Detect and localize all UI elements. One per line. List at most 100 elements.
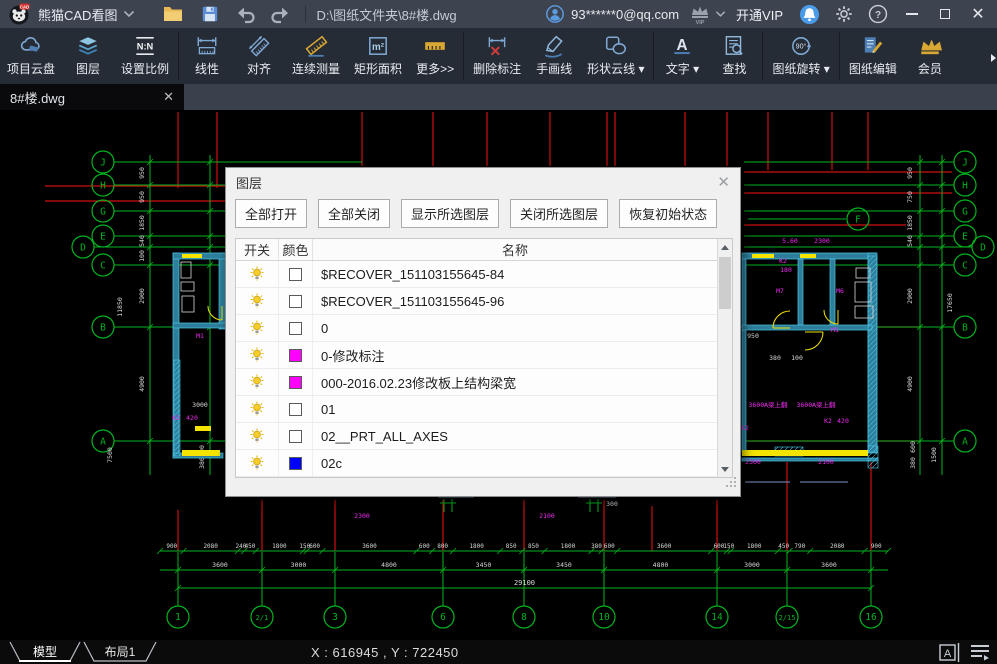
toolbar-item-member[interactable]: 会员 [904, 28, 956, 84]
layer-row[interactable]: 0-修改标注 [236, 342, 717, 369]
vip-chevron-icon[interactable] [715, 10, 726, 18]
layer-visibility-bulb-icon[interactable] [236, 342, 279, 368]
layer-color-cell[interactable] [279, 450, 313, 476]
layer-color-cell[interactable] [279, 288, 313, 314]
account-email[interactable]: 93******0@qq.com [571, 7, 679, 22]
layer-visibility-bulb-icon[interactable] [236, 315, 279, 341]
svg-text:950: 950 [138, 191, 146, 203]
close-button[interactable]: ✕ [969, 5, 987, 23]
layer-visibility-bulb-icon[interactable] [236, 423, 279, 449]
user-avatar-icon[interactable] [545, 4, 565, 24]
toolbar-item-linear-dim[interactable]: 线性 [181, 28, 233, 84]
layer-color-swatch[interactable] [289, 295, 302, 308]
layer-color-cell[interactable] [279, 315, 313, 341]
layer-color-cell[interactable] [279, 396, 313, 422]
toolbar-item-more[interactable]: 更多>> [409, 28, 461, 84]
layer-name[interactable]: $RECOVER_151103155645-96 [313, 288, 717, 314]
notification-bell-icon[interactable] [799, 4, 820, 25]
layer-color-swatch[interactable] [289, 403, 302, 416]
layers-dialog-header[interactable]: 图层 ✕ [226, 168, 740, 196]
column-header-color[interactable]: 颜色 [279, 239, 313, 260]
svg-text:4900: 4900 [906, 376, 914, 392]
layer-row[interactable]: 02__PRT_ALL_AXES [236, 423, 717, 450]
layer-color-cell[interactable] [279, 369, 313, 395]
layer-row[interactable]: 02c [236, 450, 717, 477]
more-icon [423, 33, 447, 58]
toolbar-overflow-arrow-icon[interactable] [991, 54, 996, 62]
toolbar-item-text[interactable]: A文字 ▾ [656, 28, 708, 84]
minimize-button[interactable] [903, 5, 921, 23]
rotate-drawing-icon: 90° [789, 33, 813, 58]
layer-color-swatch[interactable] [289, 349, 302, 362]
layer-color-swatch[interactable] [289, 457, 302, 470]
toolbar-item-layers[interactable]: 图层 [62, 28, 114, 84]
layer-color-cell[interactable] [279, 261, 313, 287]
menu-icon[interactable] [969, 642, 991, 664]
vip-crown-icon[interactable]: VIP [689, 3, 711, 25]
layers-dialog-button-4[interactable]: 恢复初始状态 [619, 199, 717, 228]
toolbar-item-freehand-line[interactable]: 手画线 [528, 28, 580, 84]
layer-visibility-bulb-icon[interactable] [236, 450, 279, 476]
layer-name[interactable]: 02c [313, 450, 717, 476]
column-header-switch[interactable]: 开关 [236, 239, 279, 260]
layers-scrollbar[interactable] [717, 239, 732, 477]
layer-name[interactable]: $RECOVER_151103155645-84 [313, 261, 717, 287]
toolbar-item-delete-dim[interactable]: 删除标注 [466, 28, 528, 84]
layers-dialog-button-0[interactable]: 全部打开 [235, 199, 307, 228]
toolbar-item-rect-area[interactable]: m²矩形面积 [347, 28, 409, 84]
layer-color-swatch[interactable] [289, 430, 302, 443]
layer-visibility-bulb-icon[interactable] [236, 288, 279, 314]
svg-text:2080: 2080 [830, 543, 845, 550]
scroll-up-icon[interactable] [718, 239, 732, 255]
layer-name[interactable]: 0-修改标注 [313, 342, 717, 368]
svg-text:100: 100 [138, 250, 146, 262]
app-menu-chevron-icon[interactable] [123, 10, 135, 18]
annotation-toggle-icon[interactable]: A [939, 641, 961, 664]
layer-color-cell[interactable] [279, 342, 313, 368]
toolbar-item-project-cloud[interactable]: 项目云盘 [0, 28, 62, 84]
toolbar-item-shape-cloud[interactable]: 形状云线 ▾ [580, 28, 651, 84]
maximize-button[interactable] [936, 5, 954, 23]
layer-color-cell[interactable] [279, 423, 313, 449]
undo-button[interactable] [235, 4, 257, 24]
layer-name[interactable]: 0 [313, 315, 717, 341]
open-vip-button[interactable]: 开通VIP [736, 5, 783, 24]
layer-name[interactable]: 000-2016.02.23修改板上结构梁宽 [313, 369, 717, 395]
toolbar-item-aligned-dim[interactable]: 对齐 [233, 28, 285, 84]
layer-visibility-bulb-icon[interactable] [236, 396, 279, 422]
layers-dialog-button-1[interactable]: 全部关闭 [318, 199, 390, 228]
layer-color-swatch[interactable] [289, 268, 302, 281]
layer-visibility-bulb-icon[interactable] [236, 261, 279, 287]
scrollbar-thumb[interactable] [719, 257, 731, 309]
dialog-resize-grip[interactable] [725, 475, 737, 493]
layout1-tab[interactable]: 布局1 [84, 642, 156, 661]
toolbar-item-rotate-drawing[interactable]: 90°图纸旋转 ▾ [765, 28, 836, 84]
column-header-name[interactable]: 名称 [313, 239, 717, 260]
layer-name[interactable]: 02__PRT_ALL_AXES [313, 423, 717, 449]
model-tab[interactable]: 模型 [10, 642, 80, 661]
toolbar-item-edit-drawing[interactable]: 图纸编辑 [842, 28, 904, 84]
toolbar-item-label: 项目云盘 [7, 60, 55, 77]
dialog-close-icon[interactable]: ✕ [717, 175, 730, 190]
layer-row[interactable]: $RECOVER_151103155645-84 [236, 261, 717, 288]
toolbar-item-continuous-measure[interactable]: 连续测量 [285, 28, 347, 84]
save-button[interactable] [201, 5, 219, 23]
layer-color-swatch[interactable] [289, 376, 302, 389]
toolbar-item-set-scale[interactable]: N:N设置比例 [114, 28, 176, 84]
layer-row[interactable]: 0 [236, 315, 717, 342]
layer-row[interactable]: $RECOVER_151103155645-96 [236, 288, 717, 315]
layer-color-swatch[interactable] [289, 322, 302, 335]
layer-name[interactable]: 01 [313, 396, 717, 422]
layers-dialog-button-3[interactable]: 关闭所选图层 [510, 199, 608, 228]
toolbar-item-find[interactable]: 查找 [708, 28, 760, 84]
document-tab[interactable]: 8#楼.dwg ✕ [0, 84, 184, 110]
open-file-button[interactable] [163, 5, 183, 23]
redo-button[interactable] [269, 4, 291, 24]
layers-dialog-button-2[interactable]: 显示所选图层 [401, 199, 499, 228]
help-icon[interactable]: ? [868, 4, 888, 24]
layer-row[interactable]: 01 [236, 396, 717, 423]
settings-gear-icon[interactable] [834, 4, 854, 24]
tab-close-icon[interactable]: ✕ [163, 89, 174, 105]
layer-visibility-bulb-icon[interactable] [236, 369, 279, 395]
layer-row[interactable]: 000-2016.02.23修改板上结构梁宽 [236, 369, 717, 396]
